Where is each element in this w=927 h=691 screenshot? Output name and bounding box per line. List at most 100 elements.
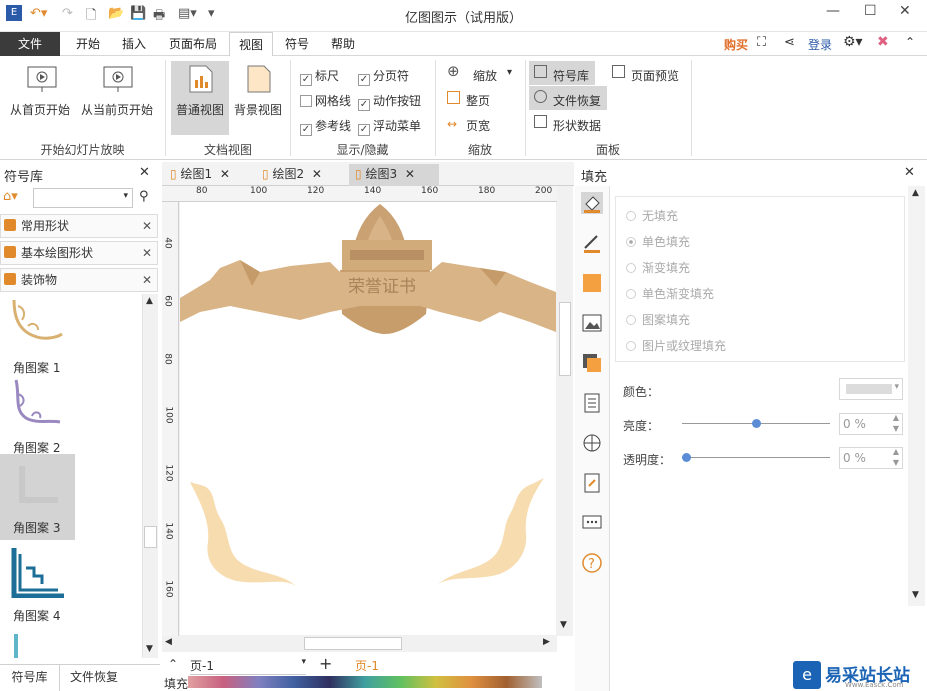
guide-checkbox[interactable]: ✓ 参考线: [300, 117, 351, 136]
action-button-checkbox[interactable]: ✓ 动作按钮: [358, 92, 421, 111]
page-tab-1[interactable]: 页-1: [355, 657, 379, 674]
shape-data-button[interactable]: 形状数据: [553, 117, 601, 134]
close-category-icon[interactable]: ✕: [142, 242, 152, 264]
tab-page-layout[interactable]: 页面布局: [162, 32, 224, 56]
attachment-icon[interactable]: [581, 472, 603, 494]
close-category-icon[interactable]: ✕: [142, 269, 152, 291]
scroll-down-icon[interactable]: ▼: [146, 644, 153, 654]
fill-option-none[interactable]: 无填充: [626, 207, 678, 224]
close-tab-icon[interactable]: ✕: [405, 167, 415, 181]
scrollbar-thumb[interactable]: [304, 637, 402, 650]
scroll-down-icon[interactable]: ▼: [560, 620, 567, 630]
page-bar-collapse-icon[interactable]: ⌃: [168, 657, 178, 671]
background-view-button[interactable]: 背景视图: [234, 101, 282, 118]
settings-gear-icon[interactable]: ⚙▾: [843, 34, 863, 50]
transparency-spinbox[interactable]: 0 % ▲ ▼: [839, 447, 903, 469]
zoom-button[interactable]: 缩放: [473, 67, 497, 84]
skin-icon[interactable]: ✖: [877, 34, 889, 50]
ruler-checkbox[interactable]: ✓ 标尺: [300, 67, 339, 86]
home-icon[interactable]: ⌂▾: [3, 189, 18, 204]
close-tab-icon[interactable]: ✕: [220, 167, 230, 181]
list-item[interactable]: [0, 630, 75, 658]
buy-link[interactable]: 购买: [724, 36, 748, 53]
full-page-button[interactable]: 整页: [466, 92, 490, 109]
collapse-ribbon-icon[interactable]: ⌃: [905, 35, 915, 49]
maximize-icon[interactable]: ☐: [864, 3, 877, 19]
color-picker-dropdown[interactable]: ▾: [839, 378, 903, 400]
layer-tool-icon[interactable]: [581, 352, 603, 374]
login-link[interactable]: 登录: [808, 36, 832, 53]
symbol-search-input[interactable]: ▾: [33, 188, 133, 208]
close-tab-icon[interactable]: ✕: [312, 167, 322, 181]
category-decorations[interactable]: 装饰物 ✕: [0, 268, 158, 292]
float-menu-checkbox[interactable]: ✓ 浮动菜单: [358, 117, 421, 136]
category-basic-drawing-shapes[interactable]: 基本绘图形状 ✕: [0, 241, 158, 265]
hyperlink-globe-icon[interactable]: [581, 432, 603, 454]
fill-option-solid[interactable]: 单色填充: [626, 233, 690, 250]
list-item[interactable]: 角图案 4: [0, 542, 75, 628]
doc-tab-3[interactable]: ▯ 绘图3 ✕: [349, 164, 439, 186]
image-tool-icon[interactable]: [581, 312, 603, 334]
help-icon[interactable]: ?: [581, 552, 603, 574]
close-panel-icon[interactable]: ✕: [904, 165, 915, 180]
symbol-list-scrollbar[interactable]: ▲ ▼: [142, 294, 158, 658]
close-category-icon[interactable]: ✕: [142, 215, 152, 237]
canvas-vertical-scrollbar[interactable]: ▼: [557, 186, 573, 636]
scroll-down-icon[interactable]: ▼: [912, 590, 919, 600]
tab-symbol[interactable]: 符号: [279, 32, 315, 56]
zoom-dropdown-icon[interactable]: ▾: [507, 67, 512, 78]
close-window-icon[interactable]: ✕: [899, 3, 911, 19]
comment-icon[interactable]: [581, 512, 603, 534]
scroll-right-icon[interactable]: ▶: [543, 637, 550, 647]
spin-arrows-icon[interactable]: ▲ ▼: [893, 446, 899, 468]
document-properties-icon[interactable]: [581, 392, 603, 414]
grid-checkbox[interactable]: 网格线: [300, 92, 351, 109]
list-item[interactable]: 角图案 1: [0, 294, 75, 380]
fill-tool-icon[interactable]: [581, 192, 603, 214]
slideshow-from-current-button[interactable]: 从当前页开始: [81, 101, 153, 118]
scrollbar-thumb[interactable]: [144, 526, 157, 548]
tab-home[interactable]: 开始: [68, 32, 108, 56]
scroll-up-icon[interactable]: ▲: [912, 188, 919, 198]
bottom-tab-symbol-library[interactable]: 符号库: [0, 665, 60, 691]
color-palette-strip[interactable]: [188, 676, 542, 688]
tab-insert[interactable]: 插入: [114, 32, 154, 56]
scroll-left-icon[interactable]: ◀: [165, 637, 172, 647]
doc-tab-2[interactable]: ▯ 绘图2 ✕: [256, 164, 342, 186]
brightness-slider-handle[interactable]: [752, 419, 761, 428]
tab-help[interactable]: 帮助: [324, 32, 362, 56]
fill-option-pattern[interactable]: 图案填充: [626, 311, 690, 328]
tab-view[interactable]: 视图: [229, 32, 273, 57]
list-item[interactable]: 角图案 2: [0, 374, 75, 460]
scrollbar-thumb[interactable]: [559, 302, 571, 376]
line-tool-icon[interactable]: [581, 232, 603, 254]
bottom-tab-file-recovery[interactable]: 文件恢复: [70, 665, 118, 689]
file-recovery-button[interactable]: 文件恢复: [553, 92, 601, 109]
category-common-shapes[interactable]: 常用形状 ✕: [0, 214, 158, 238]
transparency-slider-handle[interactable]: [682, 453, 691, 462]
doc-tab-1[interactable]: ▯ 绘图1 ✕: [164, 164, 244, 186]
fill-option-gradient[interactable]: 渐变填充: [626, 259, 690, 276]
symbol-library-button[interactable]: 符号库: [553, 67, 589, 84]
minimize-icon[interactable]: —: [826, 3, 840, 19]
community-icon[interactable]: ⛶: [757, 35, 766, 50]
slideshow-from-first-button[interactable]: 从首页开始: [10, 101, 70, 118]
transparency-slider[interactable]: [682, 457, 830, 458]
tab-file[interactable]: 文件: [0, 32, 60, 56]
search-icon[interactable]: ⚲: [139, 189, 149, 204]
brightness-spinbox[interactable]: 0 % ▲ ▼: [839, 413, 903, 435]
normal-view-button[interactable]: 普通视图: [176, 101, 224, 118]
fill-panel-scrollbar[interactable]: ▲ ▼: [908, 186, 925, 606]
page-width-button[interactable]: 页宽: [466, 117, 490, 134]
page-preview-button[interactable]: 页面预览: [631, 67, 679, 84]
page-break-checkbox[interactable]: ✓ 分页符: [358, 67, 409, 86]
scroll-up-icon[interactable]: ▲: [146, 296, 153, 306]
spin-arrows-icon[interactable]: ▲ ▼: [893, 412, 899, 434]
fill-option-single-gradient[interactable]: 单色渐变填充: [626, 285, 714, 302]
page-select-dropdown[interactable]: 页-1 ▾: [190, 657, 306, 675]
list-item[interactable]: 角图案 3: [0, 454, 75, 540]
close-panel-icon[interactable]: ✕: [139, 165, 150, 180]
canvas-horizontal-scrollbar[interactable]: ◀ ▶: [162, 636, 557, 652]
shadow-tool-icon[interactable]: [581, 272, 603, 294]
share-icon[interactable]: ⋖: [784, 35, 795, 50]
